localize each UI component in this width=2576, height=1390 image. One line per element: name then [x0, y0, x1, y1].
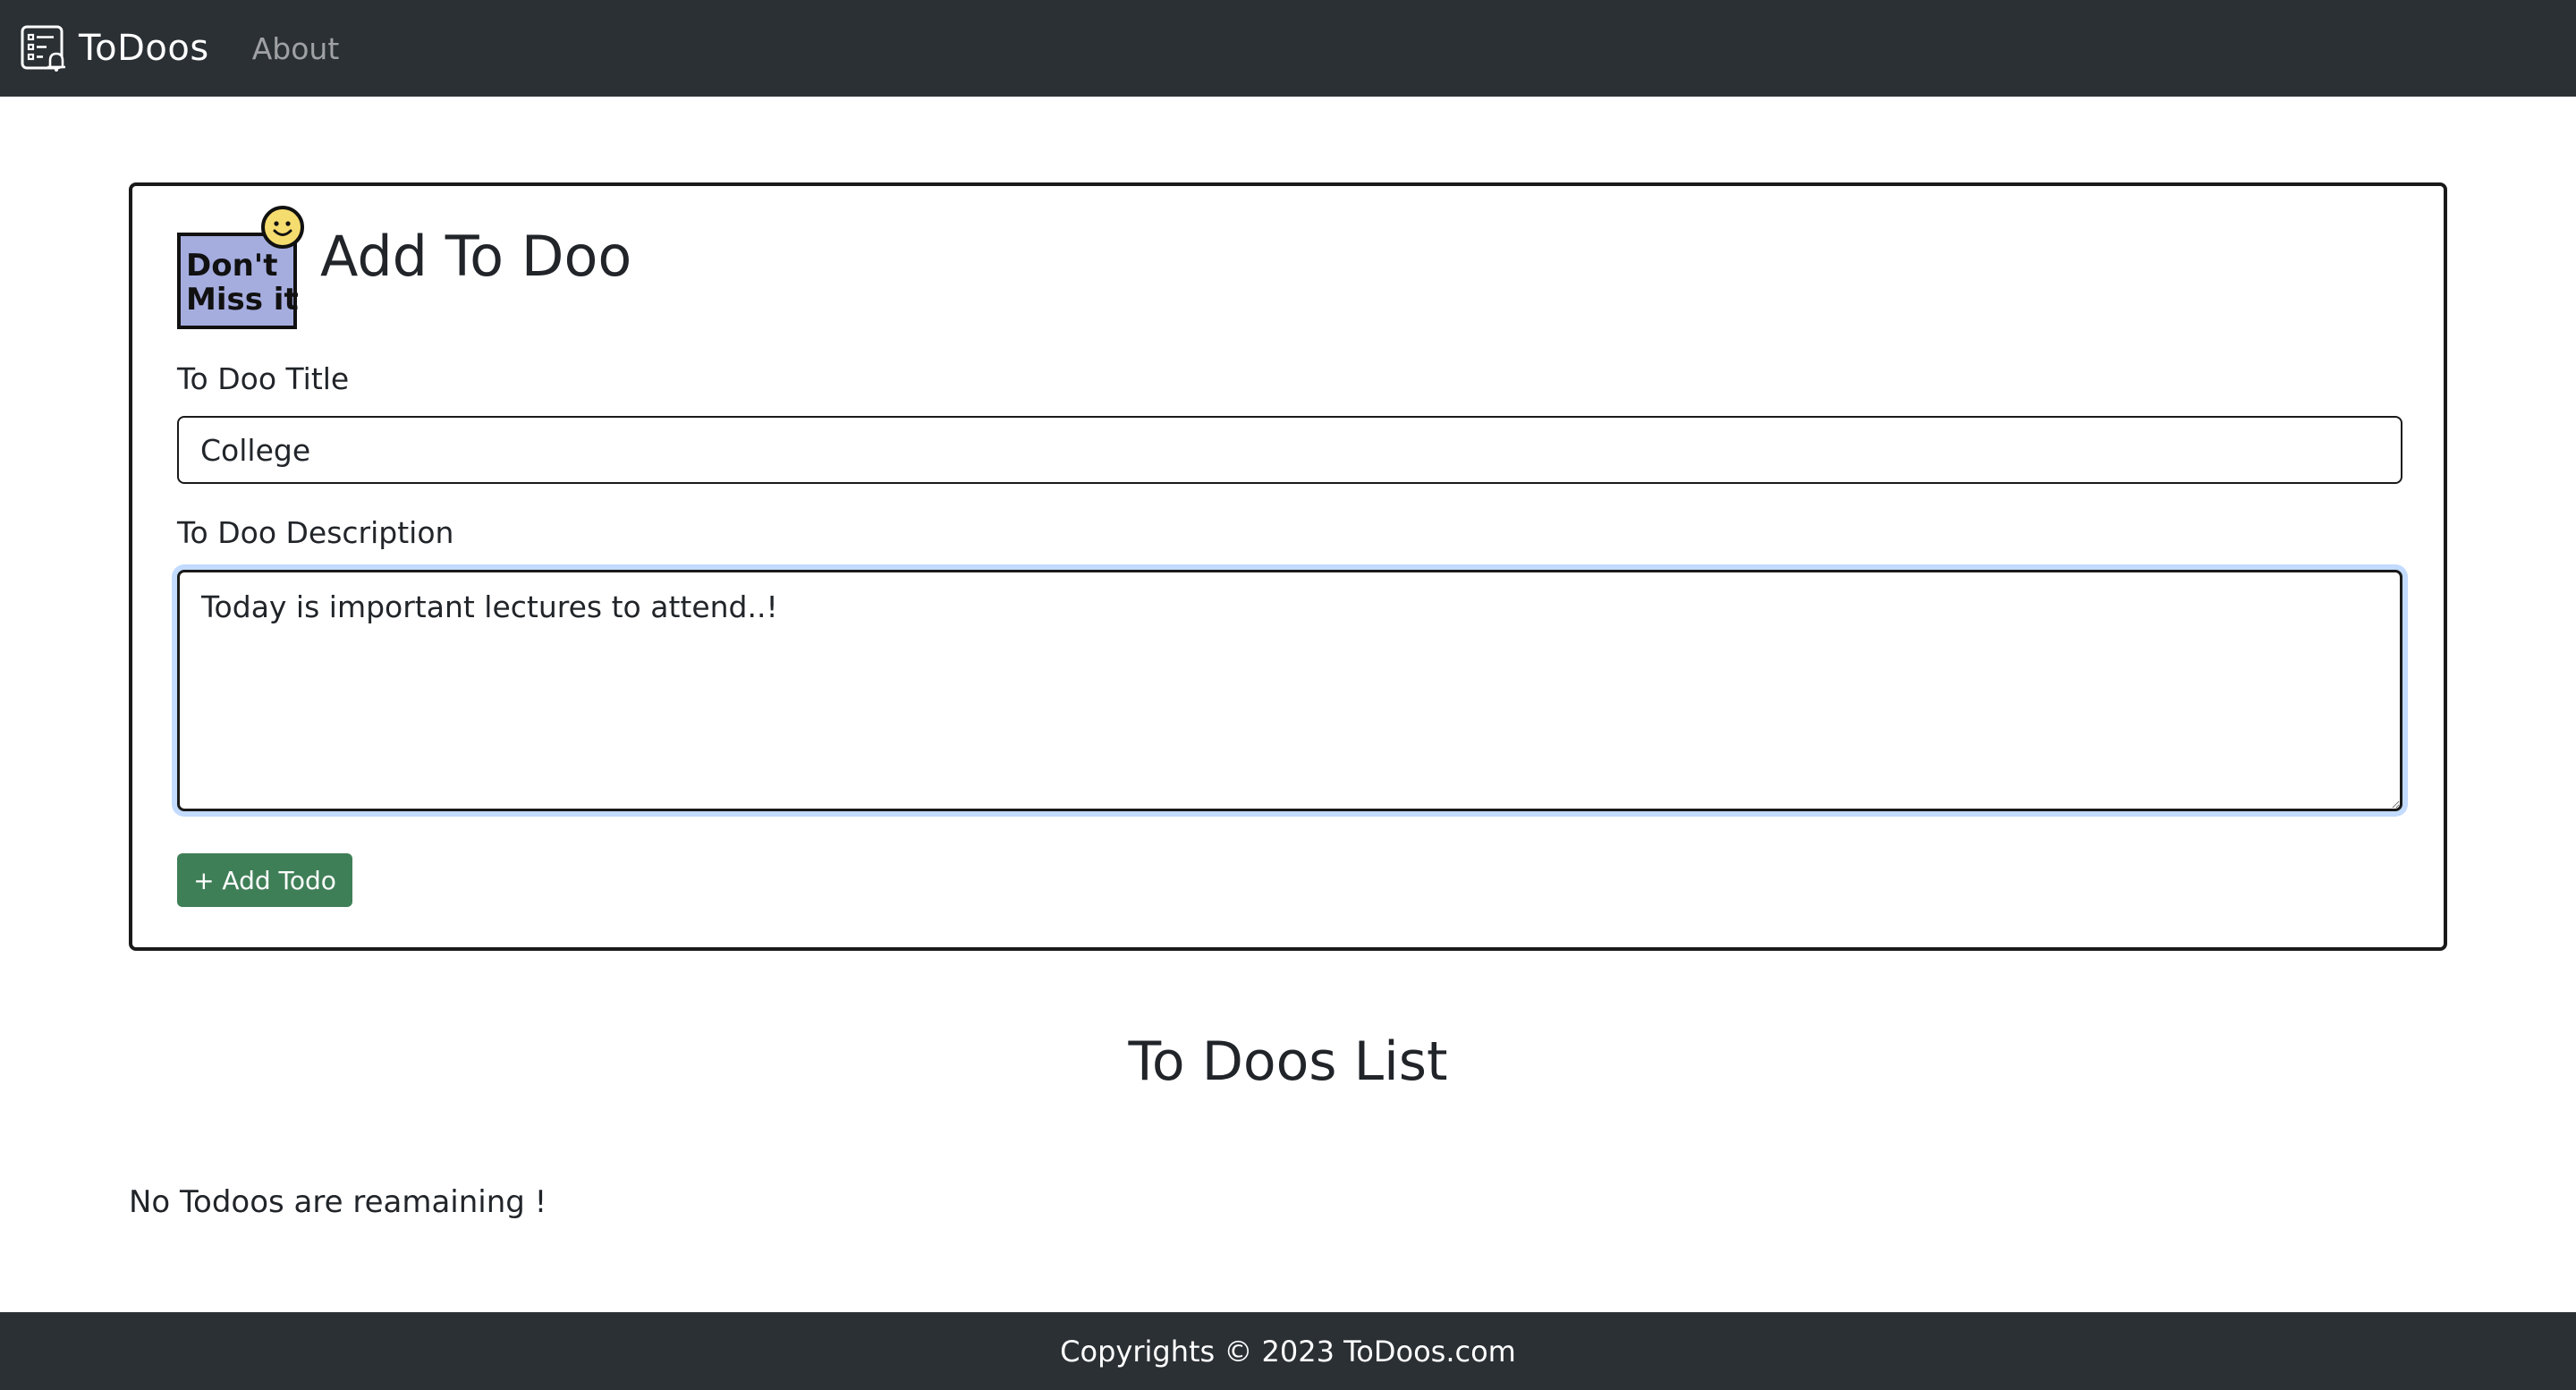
- todos-list-heading: To Doos List: [1128, 1030, 1448, 1093]
- add-todo-button[interactable]: + Add Todo: [177, 853, 352, 907]
- nav-link-about[interactable]: About: [252, 31, 340, 66]
- title-label: To Doo Title: [177, 361, 350, 396]
- card-title: Add To Doo: [320, 224, 632, 289]
- logo-text-line1: Don't: [186, 248, 277, 284]
- top-navbar: ToDoos About: [0, 0, 2576, 97]
- empty-list-message: No Todoos are reamaining !: [129, 1184, 547, 1220]
- footer: Copyrights © 2023 ToDoos.com: [0, 1312, 2576, 1390]
- todo-description-textarea[interactable]: Today is important lectures to attend..!: [177, 570, 2402, 811]
- todo-title-input[interactable]: [177, 416, 2402, 484]
- card-header: Don't Miss it Add To Doo: [177, 206, 631, 335]
- add-todo-card: Don't Miss it Add To Doo To Doo Title To…: [129, 182, 2447, 951]
- description-label: To Doo Description: [177, 515, 454, 550]
- logo-text-line2: Miss it: [186, 282, 299, 318]
- brand-link[interactable]: ToDoos: [20, 24, 209, 72]
- todo-list-bell-icon: [21, 25, 65, 72]
- smiley-icon: [261, 206, 304, 250]
- footer-copyright: Copyrights © 2023 ToDoos.com: [1060, 1334, 1516, 1369]
- brand-name: ToDoos: [79, 28, 209, 69]
- dont-miss-it-logo: Don't Miss it: [177, 206, 304, 330]
